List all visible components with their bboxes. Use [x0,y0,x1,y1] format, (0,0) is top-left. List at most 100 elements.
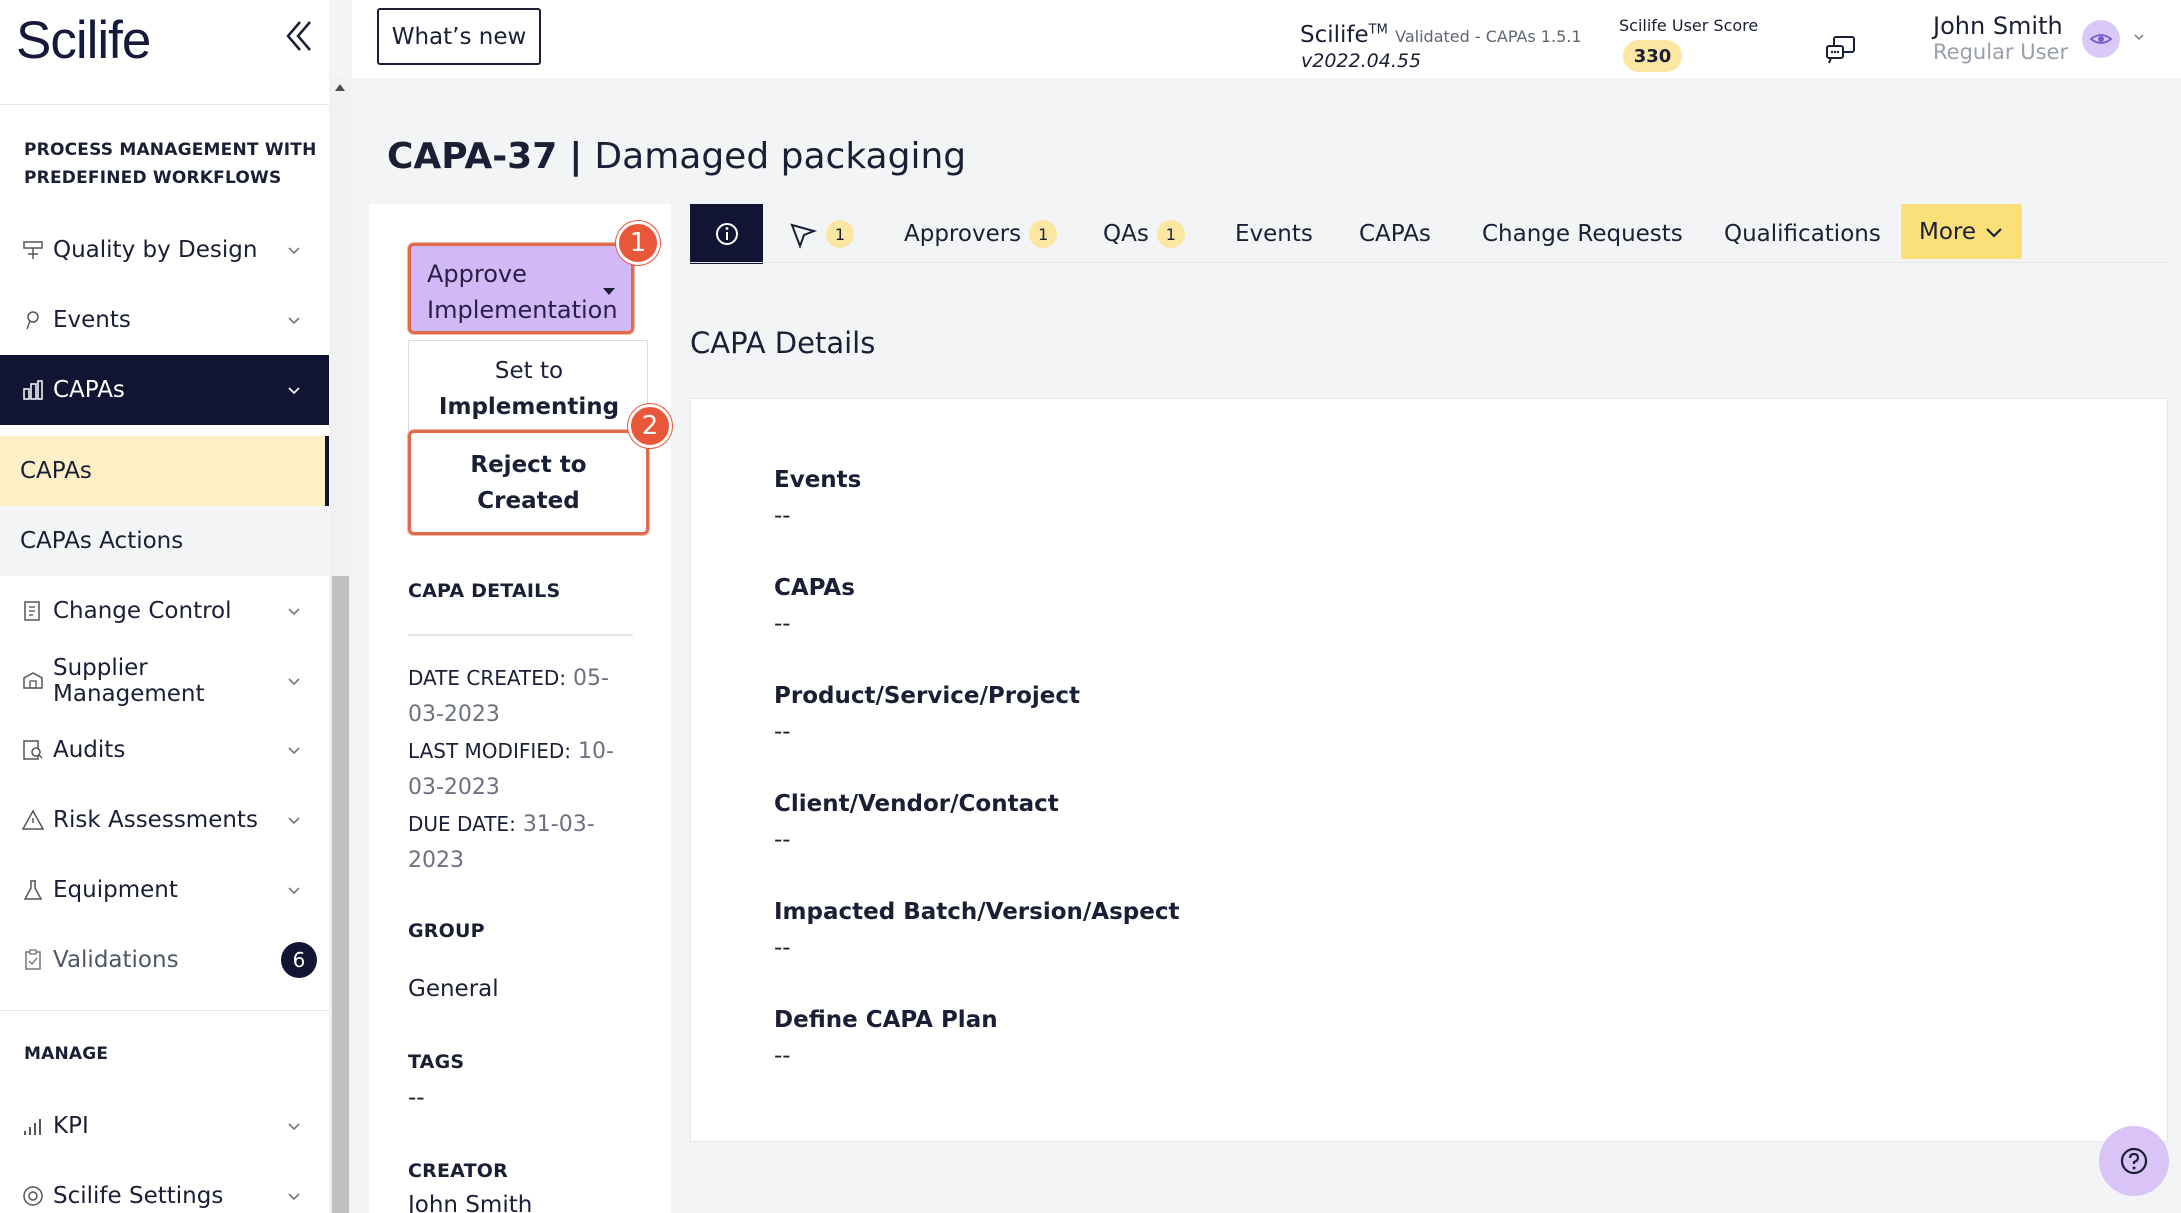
tab-workflow[interactable]: 1 [788,204,854,264]
reject-label-line1: Reject to [470,452,587,478]
tab-events[interactable]: Events [1235,204,1313,264]
scrollbar-thumb[interactable] [332,576,349,1213]
cursor-arrow-icon [790,223,818,249]
sidebar-item-change-control[interactable]: Change Control [0,576,329,646]
supplier-icon [20,668,46,694]
approve-label-line1: Approve [427,260,527,288]
sidebar-item-risk-assessments[interactable]: Risk Assessments [0,785,329,855]
tab-approvers[interactable]: Approvers 1 [904,204,1058,264]
field-capa-plan-label: Define CAPA Plan [774,1007,998,1033]
user-name[interactable]: John Smith [1933,12,2063,40]
title-separator: | [569,136,583,177]
user-score-badge[interactable]: 330 [1623,40,1682,72]
tab-qas[interactable]: QAs 1 [1103,204,1185,264]
sidebar-subitem-capas[interactable]: CAPAs [0,436,329,506]
sidebar-divider [0,104,329,105]
tab-info[interactable] [690,204,763,264]
sidebar-item-validations[interactable]: Validations 6 [0,925,329,995]
scilife-logo[interactable]: Scilife [16,10,151,71]
scroll-up-arrow-icon[interactable] [335,84,345,91]
equipment-icon [20,877,46,903]
caret-down-icon [603,288,615,295]
tab-label: CAPAs [1359,221,1431,247]
tab-label: QAs [1103,221,1149,247]
chevron-down-icon [288,247,300,255]
date-created-key: DATE CREATED: [408,666,567,690]
sidebar-subitem-capas-actions[interactable]: CAPAs Actions [0,506,329,576]
double-chevron-left-icon [286,21,311,51]
set-to-implementing-option[interactable]: Set to Implementing [409,353,649,425]
approve-label-line2: Implementation [427,296,618,324]
sidebar-item-equipment[interactable]: Equipment [0,855,329,925]
tab-count-badge: 1 [1029,220,1058,248]
tab-more-button[interactable]: More [1901,204,2023,259]
field-batch-label: Impacted Batch/Version/Aspect [774,899,1180,925]
reject-label-line2: Created [477,488,580,514]
tab-count-badge: 1 [826,220,854,248]
sidebar-item-label: KPI [53,1113,89,1139]
tab-label: Change Requests [1482,221,1683,247]
field-product-label: Product/Service/Project [774,683,1080,709]
audit-icon [20,737,46,763]
version-tm: TM [1368,22,1388,38]
avatar[interactable] [2082,20,2120,58]
validations-count-badge: 6 [281,942,317,978]
sidebar-item-capas[interactable]: CAPAs [0,355,329,425]
capa-id: CAPA-37 [387,136,558,177]
sidebar-scrollbar[interactable] [330,78,351,1213]
chevron-down-icon[interactable] [2132,30,2146,44]
chevron-down-icon [288,317,300,325]
section-process-title: PROCESS MANAGEMENT WITH PREDEFINED WORKF… [24,136,317,192]
collapse-sidebar-button[interactable] [280,16,316,56]
sidebar-item-label: Scilife Settings [53,1183,224,1209]
settings-icon [20,1183,46,1209]
annotation-badge-1: 1 [616,221,660,265]
chat-icon[interactable] [1824,34,1858,66]
capa-title: Damaged packaging [594,136,967,177]
tab-qualifications[interactable]: Qualifications [1724,204,1881,264]
tab-change-requests[interactable]: Change Requests [1482,204,1683,264]
last-modified-value: 10- [578,739,614,764]
field-product-value: -- [774,719,791,745]
sidebar-item-supplier-management[interactable]: Supplier Management [0,646,329,716]
reject-to-created-option[interactable]: Reject to Created [408,430,649,535]
due-date-value-cont: 2023 [408,848,464,873]
sidebar-item-scilife-settings[interactable]: Scilife Settings [0,1161,329,1213]
section-manage-title: MANAGE [24,1044,109,1064]
capa-details-heading: CAPA DETAILS [408,580,561,602]
tab-capas[interactable]: CAPAs [1359,204,1431,264]
clipboard-icon [20,947,46,973]
capa-dates: DATE CREATED: 05- 03-2023 LAST MODIFIED:… [408,660,633,879]
approve-implementation-button[interactable]: Approve Implementation [408,243,634,334]
sidebar-item-label: CAPAs Actions [20,528,184,554]
sidebar-item-label: CAPAs [53,377,125,403]
due-date-value: 31-03- [522,812,595,837]
last-modified-value-cont: 03-2023 [408,775,500,800]
sidebar-item-events[interactable]: Events [0,285,329,355]
panel-divider [408,634,633,636]
sidebar-item-kpi[interactable]: KPI [0,1091,329,1161]
sidebar-divider [0,1010,329,1011]
capa-icon [20,377,46,403]
chevron-down-icon [288,887,300,895]
help-button[interactable] [2099,1126,2169,1196]
sidebar-item-label: CAPAs [20,458,92,484]
sidebar-item-audits[interactable]: Audits [0,715,329,785]
field-capas-label: CAPAs [774,575,855,601]
section-process-line2: PREDEFINED WORKFLOWS [24,168,282,188]
field-batch-value: -- [774,935,791,961]
field-client-label: Client/Vendor/Contact [774,791,1059,817]
whats-new-button[interactable]: What’s new [377,8,541,65]
version-info: ScilifeTM Validated - CAPAs 1.5.1 [1300,22,1582,48]
sidebar-item-quality-by-design[interactable]: Quality by Design [0,215,329,285]
kpi-icon [20,1113,46,1139]
tags-value: -- [408,1085,425,1111]
due-date-key: DUE DATE: [408,812,516,836]
chevron-down-icon [288,387,300,395]
sidebar-item-label: Risk Assessments [53,807,258,833]
page-title: CAPA-37 | Damaged packaging [387,136,966,177]
chevron-down-icon [288,608,300,616]
sidebar-item-label: Events [53,307,131,333]
sidebar-item-label: Audits [53,737,126,763]
warning-icon [20,807,46,833]
